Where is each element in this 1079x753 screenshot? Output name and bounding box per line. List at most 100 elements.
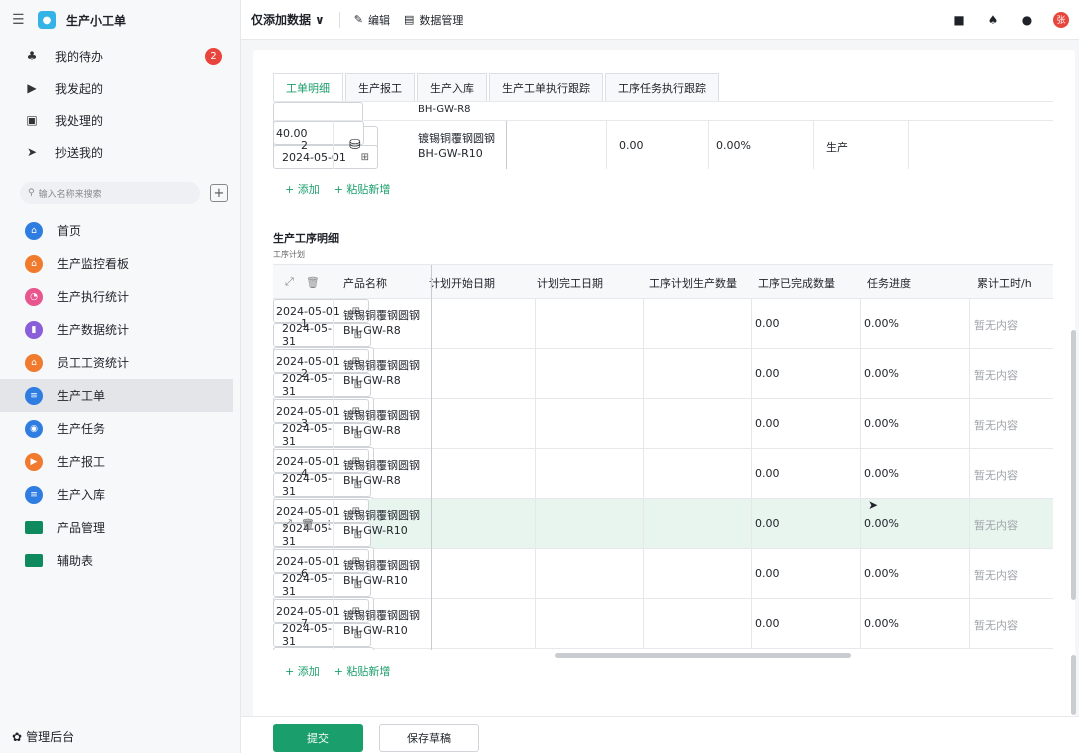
submit-button[interactable]: 提交 [273, 724, 363, 752]
page-vertical-scrollbar[interactable] [1071, 655, 1076, 715]
header-plan-qty: 工序计划生产数量 [649, 277, 737, 290]
horizontal-scrollbar[interactable] [555, 653, 851, 658]
add-row-button[interactable]: + 添加 [285, 663, 320, 679]
table-vertical-scrollbar[interactable] [1071, 330, 1076, 600]
sidebar-app-item[interactable]: ⌂ 员工工资统计 [0, 346, 240, 379]
table-row[interactable]: ⤢ 🗑 ⋮ 镀锡铜覆钢圆钢 BH-GW-R10 2024-05-01 ⊞ 2024-05-31… [273, 499, 1053, 571]
start-date-value: 2024-05-01 [276, 604, 340, 618]
col-divider [643, 499, 644, 549]
paste-add-button[interactable]: + 粘贴新增 [334, 663, 391, 679]
col-divider [643, 399, 644, 449]
col-divider [643, 349, 644, 399]
table-icon: ▤ [403, 13, 415, 26]
table-row[interactable]: 3镀锡铜覆钢圆钢BH-GW-R82024-05-01⊞2024-05-31⊞30… [273, 399, 1053, 471]
expand-icon[interactable]: ⤢ [283, 517, 292, 531]
done-qty-cell: 0.00 [755, 317, 780, 330]
nav-item[interactable]: ➤ 抄送我的 [0, 136, 240, 168]
progress-cell: 0.00% [864, 517, 899, 530]
sidebar-app-item[interactable]: 产品管理 [0, 511, 240, 544]
nav-item-label: 我的待办 [55, 49, 104, 64]
divider [338, 11, 340, 28]
toolbar: 仅添加数据 ∨ ✎ 编辑 ▤ 数据管理 ■ ♠ ● 张 [241, 0, 1079, 40]
hours-cell: 暂无内容 [974, 619, 1018, 632]
row-index: 6 [301, 567, 308, 580]
save-draft-button[interactable]: 保存草稿 [379, 724, 479, 752]
col-divider [860, 449, 861, 499]
col-divider [969, 499, 970, 549]
folder-icon [25, 521, 43, 534]
date-input[interactable]: 2024-05-01 ⊞ [273, 145, 378, 169]
sidebar-app-item[interactable]: ◉ 生产任务 [0, 412, 240, 445]
app-label: 员工工资统计 [57, 356, 130, 370]
paste-add-button[interactable]: + 粘贴新增 [334, 181, 391, 197]
expand-icon[interactable]: ⤢ [285, 275, 294, 289]
avatar[interactable]: 张 [1053, 11, 1069, 28]
collapse-menu-icon[interactable]: ☰ [12, 12, 28, 28]
trash-icon[interactable]: 🗑 [306, 276, 320, 289]
nav-item[interactable]: ▣ 我处理的 [0, 104, 240, 136]
nav-item[interactable]: ♣ 我的待办 2 [0, 40, 240, 72]
table-row: 2 ⛁ 镀锡铜覆钢圆钢 BH-GW-R10 40.00 0.00 0.00% 生… [273, 120, 1053, 169]
col-divider [606, 121, 607, 169]
app-label: 首页 [57, 224, 82, 238]
tab[interactable]: 生产入库 [417, 73, 487, 101]
admin-link[interactable]: ✿ 管理后台 [12, 728, 74, 745]
notification-icon[interactable]: ♠ [985, 13, 1001, 27]
admin-label: 管理后台 [26, 730, 75, 744]
book-icon[interactable]: ■ [951, 13, 967, 27]
sidebar-app-item[interactable]: ≡ 生产入库 [0, 478, 240, 511]
add-row-button[interactable]: + 添加 [285, 181, 320, 197]
trash-icon[interactable]: 🗑 [301, 518, 315, 531]
sidebar: ☰ ● 生产小工单 ♣ 我的待办 2 ▶ 我发起的 ▣ 我处理的 ➤ 抄送我的 ⚲ 输入名称来搜… [0, 0, 241, 753]
row-actions: ⤢ 🗑 ⋮ [283, 517, 335, 531]
chevron-down-icon: ∨ [315, 12, 325, 27]
tab[interactable]: 工单明细 [273, 73, 343, 101]
col-divider [535, 449, 536, 499]
row-index: 3 [301, 417, 308, 430]
col-divider [751, 449, 752, 499]
product-code: BH-GW-R10 [418, 147, 483, 160]
tab[interactable]: 生产工单执行跟踪 [489, 73, 603, 101]
col-divider [535, 549, 536, 599]
product-code: BH-GW-R8 [343, 474, 401, 487]
product-cell: 镀锡铜覆钢圆钢 BH-GW-R10 [343, 608, 420, 638]
table-row[interactable]: 4镀锡铜覆钢圆钢BH-GW-R82024-05-01⊞2024-05-31⊞30… [273, 449, 1053, 521]
sidebar-app-item[interactable]: 辅助表 [0, 544, 240, 577]
add-app-button[interactable]: + [210, 184, 228, 202]
col-divider [333, 599, 334, 649]
mode-select[interactable]: 仅添加数据 ∨ [251, 11, 325, 28]
header-product: 产品名称 [343, 277, 387, 290]
sidebar-app-item[interactable]: ≡ 生产工单 [0, 379, 233, 412]
help-icon[interactable]: ● [1019, 13, 1035, 27]
sidebar-app-item[interactable]: ▶ 生产报工 [0, 445, 240, 478]
progress-cell: 0.00% [864, 567, 899, 580]
tab[interactable]: 工序任务执行跟踪 [605, 73, 719, 101]
product-cell: 镀锡铜覆钢圆钢 BH-GW-R8 [343, 458, 420, 488]
edit-button[interactable]: ✎ 编辑 [354, 12, 390, 28]
database-icon[interactable]: ⛁ [349, 137, 361, 153]
col-divider [333, 549, 334, 599]
data-manage-button[interactable]: ▤ 数据管理 [404, 12, 463, 28]
product-code: BH-GW-R8 [343, 424, 401, 437]
start-date-value: 2024-05-01 [276, 454, 340, 468]
sidebar-app-item[interactable]: ⌂ 生产监控看板 [0, 247, 240, 280]
end-date-value: 2024-05-31 [282, 472, 332, 498]
app-icon: ⌂ [25, 221, 43, 240]
edit-label: 编辑 [367, 13, 390, 27]
table-row[interactable]: 1镀锡铜覆钢圆钢BH-GW-R82024-05-01⊞2024-05-31⊞30… [273, 299, 1053, 371]
nav-item[interactable]: ▶ 我发起的 [0, 72, 240, 104]
search-input[interactable]: ⚲ 输入名称来搜索 [20, 182, 200, 204]
table-row[interactable]: 7镀锡铜覆钢圆钢BH-GW-R102024-05-01⊞2024-05-31⊞4… [273, 599, 1053, 650]
product-name: 镀锡铜覆钢圆钢 [343, 559, 420, 572]
product-name: 镀锡铜覆钢圆钢 [418, 132, 495, 145]
type-cell: 生产 [826, 141, 848, 154]
hours-cell: 暂无内容 [974, 419, 1018, 432]
table-row[interactable]: 6镀锡铜覆钢圆钢BH-GW-R102024-05-01⊞2024-05-31⊞4… [273, 549, 1053, 621]
form-panel: 工单明细 生产报工 生产入库 生产工单执行跟踪 工序任务执行跟踪 BH-GW-R8 2 … [253, 50, 1075, 753]
sidebar-app-item[interactable]: ▮ 生产数据统计 [0, 313, 240, 346]
app-icon: ▮ [25, 320, 43, 339]
tab[interactable]: 生产报工 [345, 73, 415, 101]
sidebar-app-item[interactable]: ⌂ 首页 [0, 214, 240, 247]
sidebar-app-item[interactable]: ◔ 生产执行统计 [0, 280, 240, 313]
table-row[interactable]: 2镀锡铜覆钢圆钢BH-GW-R82024-05-01⊞2024-05-31⊞30… [273, 349, 1053, 421]
